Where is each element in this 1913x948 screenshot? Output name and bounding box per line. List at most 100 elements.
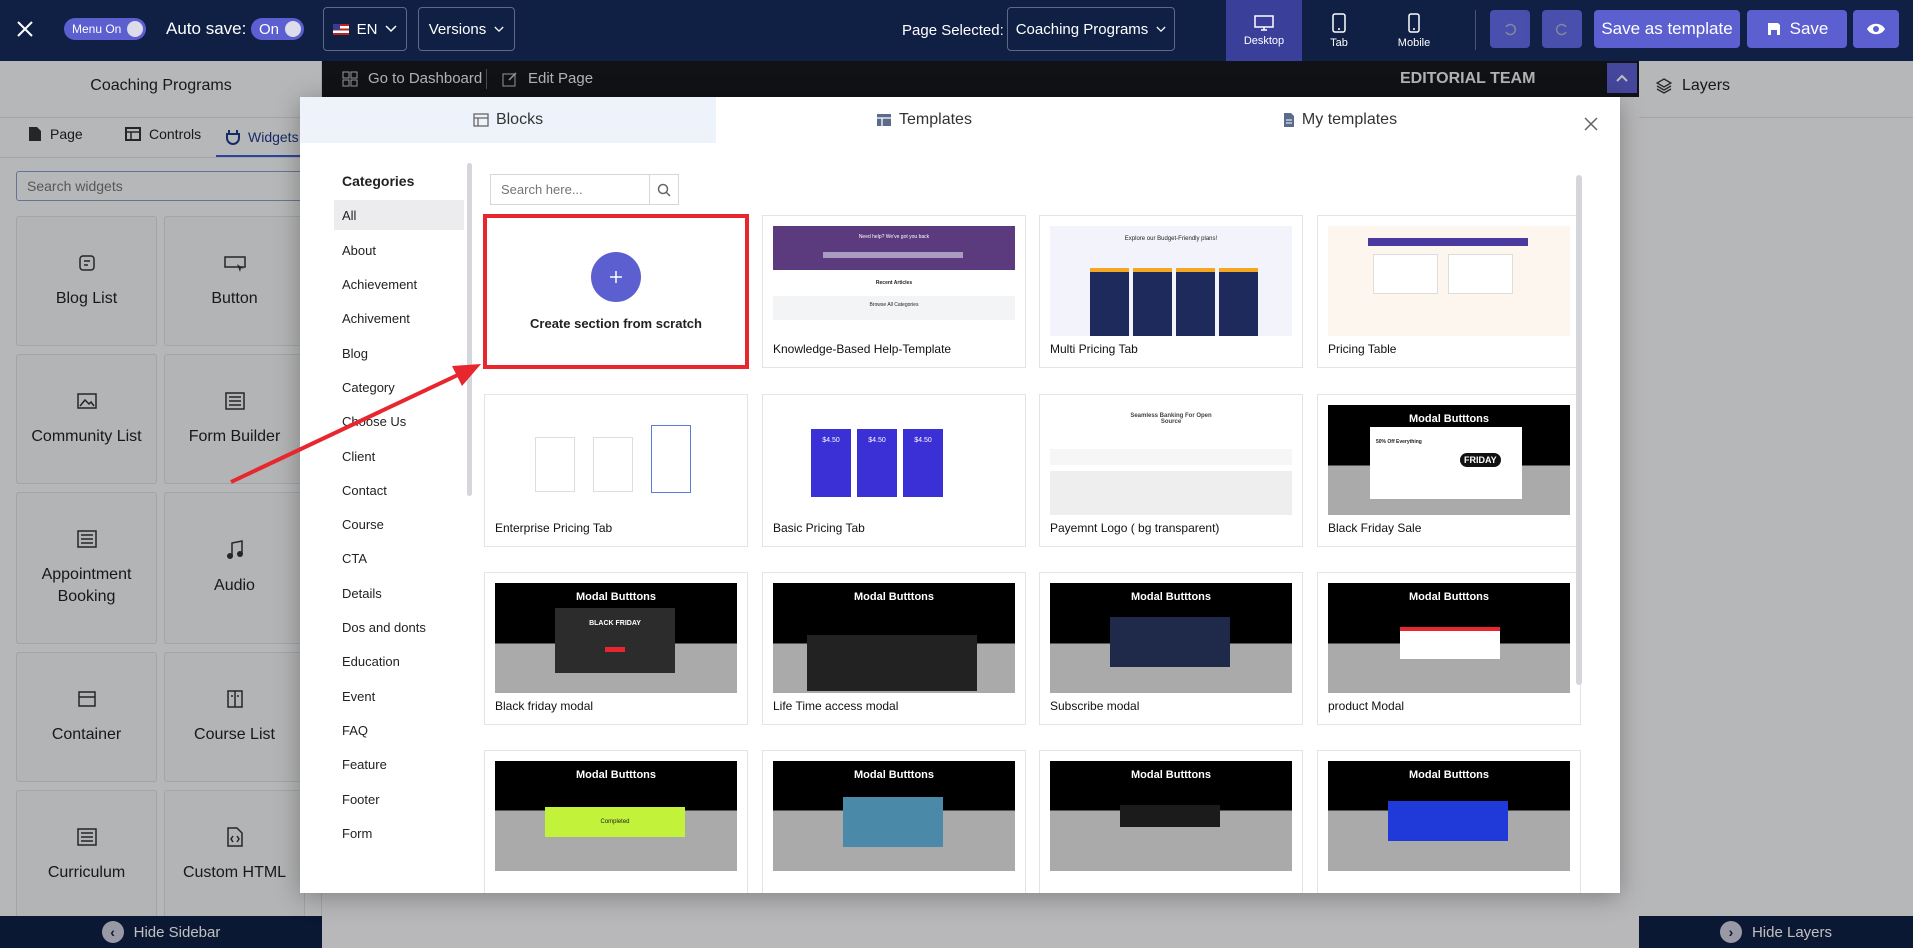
category-item[interactable]: Contact [334,475,464,505]
template-card[interactable]: Modal Butttons Life Time access modal [762,572,1026,725]
language-label: EN [356,20,378,38]
plus-icon [591,252,641,302]
category-item[interactable]: Footer [334,784,464,814]
auto-save-toggle[interactable]: On [251,18,305,40]
thumb-text: Modal Butttons [575,769,657,781]
category-item[interactable]: Event [334,681,464,711]
thumb-text: Need help? We've got you back [858,234,930,240]
template-card[interactable]: Modal Butttons BLACK FRIDAY Black friday… [484,572,748,725]
search-button[interactable] [649,174,679,205]
category-item[interactable]: All [334,200,464,230]
categories-title: Categories [342,173,415,189]
template-name: Black Friday Sale [1328,521,1422,535]
redo-button[interactable] [1542,10,1582,48]
table-icon [877,114,892,126]
template-card[interactable]: Need help? We've got you back Recent Art… [762,215,1026,368]
template-thumbnail [1328,226,1570,336]
thumb-text: Modal Butttons [1408,413,1490,425]
template-card[interactable]: Modal Butttons Completed [484,750,748,893]
blocks-modal: Blocks Templates My templates Categories… [300,97,1620,893]
chevron-down-icon [494,26,504,32]
page-selected-label: Page Selected: [902,21,1004,39]
category-item[interactable]: Details [334,578,464,608]
category-item[interactable]: Client [334,441,464,471]
category-item[interactable]: Education [334,646,464,676]
template-card[interactable]: Explore our Budget-Friendly plans! Multi… [1039,215,1303,368]
thumb-text: Modal Butttons [575,591,657,603]
preview-button[interactable] [1853,10,1899,48]
categories-scrollbar[interactable] [467,163,472,496]
mobile-label: Mobile [1397,36,1431,49]
thumb-text: BLACK FRIDAY [589,620,641,627]
page-select[interactable]: Coaching Programs [1007,7,1175,51]
toggle-knob [285,21,302,37]
thumb-text: Browse All Categories [773,296,1015,320]
save-as-template-button[interactable]: Save as template [1594,10,1740,48]
template-card[interactable]: Modal Butttons [762,750,1026,893]
category-item[interactable]: Feature [334,749,464,779]
template-name: Basic Pricing Tab [773,521,865,535]
category-item[interactable]: FAQ [334,715,464,745]
versions-select[interactable]: Versions [418,7,515,51]
close-icon[interactable] [10,14,40,44]
us-flag-icon [332,23,349,35]
thumb-text: $4.50 [811,429,851,497]
template-name: Subscribe modal [1050,699,1140,713]
eye-icon [1867,23,1885,35]
template-card[interactable]: Modal Butttons [1039,750,1303,893]
menu-toggle[interactable]: Menu On [64,18,147,40]
results-scrollbar[interactable] [1576,175,1582,685]
versions-label: Versions [428,20,487,38]
template-thumbnail: Seamless Banking For Open Source [1050,405,1292,515]
thumb-text: Modal Butttons [853,591,935,603]
template-card[interactable]: Modal Butttons 50% Off Everything FRIDAY… [1317,394,1581,547]
thumb-text: Modal Butttons [1408,769,1490,781]
template-thumbnail: Modal Butttons [1328,761,1570,871]
category-item[interactable]: Achivement [334,303,464,333]
category-item[interactable]: Achievement [334,269,464,299]
template-name: Enterprise Pricing Tab [495,521,613,535]
create-from-scratch-card[interactable]: Create section from scratch [483,214,749,369]
top-toolbar: Menu On Auto save: On EN Versions Page S… [0,0,1913,61]
category-item[interactable]: Dos and donts [334,612,464,642]
template-name: Multi Pricing Tab [1050,342,1138,356]
template-name: Black friday modal [495,699,594,713]
category-item[interactable]: Course [334,509,464,539]
undo-button[interactable] [1490,10,1530,48]
toolbar-divider [1475,10,1476,50]
tab-blocks[interactable]: Blocks [300,97,716,143]
mobile-view-button[interactable]: Mobile [1376,0,1452,61]
template-card[interactable]: Seamless Banking For Open Source Payemnt… [1039,394,1303,547]
thumb-text: Explore our Budget-Friendly plans! [1124,236,1218,242]
tab-label: Tab [1330,36,1348,49]
tab-templates[interactable]: Templates [716,97,1132,143]
template-thumbnail: Modal Butttons [773,761,1015,871]
thumb-text: Completed [600,819,630,825]
mobile-icon [1408,12,1420,33]
document-icon [1283,113,1294,127]
category-item[interactable]: Form [334,818,464,848]
tab-my-templates[interactable]: My templates [1132,97,1548,143]
category-item[interactable]: Category [334,372,464,402]
language-select[interactable]: EN [323,7,407,51]
toggle-knob [127,21,144,37]
desktop-view-button[interactable]: Desktop [1226,0,1302,61]
template-card[interactable]: $4.50 $4.50 $4.50 Basic Pricing Tab [762,394,1026,547]
category-item[interactable]: About [334,235,464,265]
save-button[interactable]: Save [1747,10,1847,48]
thumb-text: Modal Butttons [1130,769,1212,781]
template-card[interactable]: Enterprise Pricing Tab [484,394,748,547]
template-card[interactable]: Modal Butttons Subscribe modal [1039,572,1303,725]
category-item[interactable]: Choose Us [334,406,464,436]
template-card[interactable]: Modal Butttons product Modal [1317,572,1581,725]
block-search-input[interactable] [490,174,649,205]
template-card[interactable]: Modal Butttons [1317,750,1581,893]
template-thumbnail: Modal Butttons BLACK FRIDAY [495,583,737,693]
menu-toggle-label: Menu On [72,22,122,36]
category-item[interactable]: CTA [334,543,464,573]
tab-view-button[interactable]: Tab [1302,0,1376,61]
category-item[interactable]: Blog [334,338,464,368]
chevron-down-icon [385,25,397,33]
template-card[interactable]: Pricing Table [1317,215,1581,368]
modal-close-icon[interactable] [1584,117,1604,137]
